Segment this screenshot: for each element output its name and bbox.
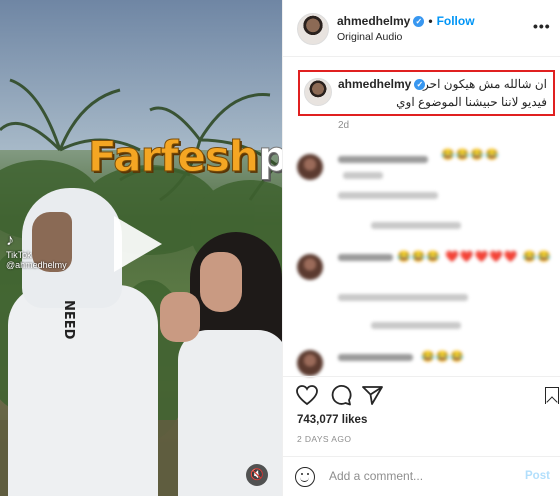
caption-text-line2: فيديو لاننا حبيشنا الموضوع اوي (396, 95, 547, 109)
caption-avatar[interactable] (304, 78, 332, 106)
caption-age: 2d (338, 120, 350, 131)
comment-icon[interactable] (329, 384, 353, 406)
divider (283, 376, 560, 377)
comment-text (338, 156, 428, 163)
commenter-avatar[interactable] (297, 350, 323, 376)
post-date: 2 DAYS AGO (297, 434, 352, 444)
follow-button[interactable]: Follow (437, 14, 475, 28)
post-video[interactable]: NEED ♪ TikTok @ahmedhelmy Farfeshplus.co… (0, 0, 282, 496)
woman-hands (160, 292, 200, 342)
emoji-icon[interactable] (295, 467, 315, 487)
watermark-part1: Farfesh (88, 132, 260, 182)
woman-face (200, 252, 242, 312)
likes-count[interactable]: 743,077 likes (297, 414, 367, 426)
heart-icon[interactable] (295, 384, 319, 406)
tiktok-label: TikTok (6, 250, 32, 260)
comment-text (338, 192, 438, 199)
share-icon[interactable] (361, 384, 385, 406)
separator-dot: • (428, 14, 433, 28)
comment-item: 😂😂😂 (283, 350, 560, 376)
comment-emoji: 😂😂😂 (421, 351, 466, 363)
caption-highlight: ahmedhelmy ✓ ان شالله مش هيكون احر فيديو … (298, 70, 555, 116)
more-icon[interactable]: ••• (533, 18, 551, 34)
caption-username-row: ahmedhelmy ✓ (338, 77, 426, 91)
comment-item: 😂😂😂 ❤️❤️❤️❤️❤️ 😂😂 (283, 250, 560, 340)
emoji-smile (300, 477, 309, 482)
header-username-row: ahmedhelmy ✓ • Follow (337, 14, 475, 28)
post-panel: ahmedhelmy ✓ • Follow Original Audio ••• ah… (282, 0, 560, 496)
tiktok-watermark: ♪ TikTok @ahmedhelmy (6, 232, 67, 270)
audio-link[interactable]: Original Audio (337, 31, 402, 43)
comment-item: 😂😂😂😂 (283, 148, 560, 238)
commenter-avatar[interactable] (297, 154, 323, 180)
site-watermark: Farfeshplus.com (88, 132, 282, 182)
add-comment-bar: Post (283, 456, 560, 496)
header-username[interactable]: ahmedhelmy (337, 14, 410, 28)
avatar[interactable] (297, 13, 329, 45)
post-header: ahmedhelmy ✓ • Follow Original Audio ••• (283, 0, 560, 57)
mute-icon[interactable]: 🔇 (246, 464, 268, 486)
tiktok-icon: ♪ (6, 232, 14, 249)
post-button[interactable]: Post (525, 470, 550, 482)
watermark-part2: plus.com (257, 132, 282, 182)
shirt-print: NEED (61, 300, 76, 340)
tiktok-handle: @ahmedhelmy (6, 260, 67, 270)
verified-icon: ✓ (413, 16, 425, 27)
comment-username (338, 354, 413, 361)
add-comment-input[interactable] (329, 469, 509, 483)
comment-meta (371, 322, 461, 329)
man-hoodie (8, 285, 158, 496)
bookmark-icon[interactable] (545, 387, 559, 404)
caption-text-line1: ان شالله مش هيكون احر (423, 77, 547, 91)
comment-emoji: 😂😂😂 ❤️❤️❤️❤️❤️ 😂😂 (397, 251, 553, 263)
comment-meta (371, 222, 461, 229)
comment-text (343, 172, 383, 179)
play-icon[interactable] (114, 216, 162, 272)
caption-username[interactable]: ahmedhelmy (338, 77, 411, 91)
comment-text (338, 294, 468, 301)
commenter-avatar[interactable] (297, 254, 323, 280)
comment-username (338, 254, 393, 261)
comment-emoji: 😂😂😂😂 (441, 149, 500, 161)
